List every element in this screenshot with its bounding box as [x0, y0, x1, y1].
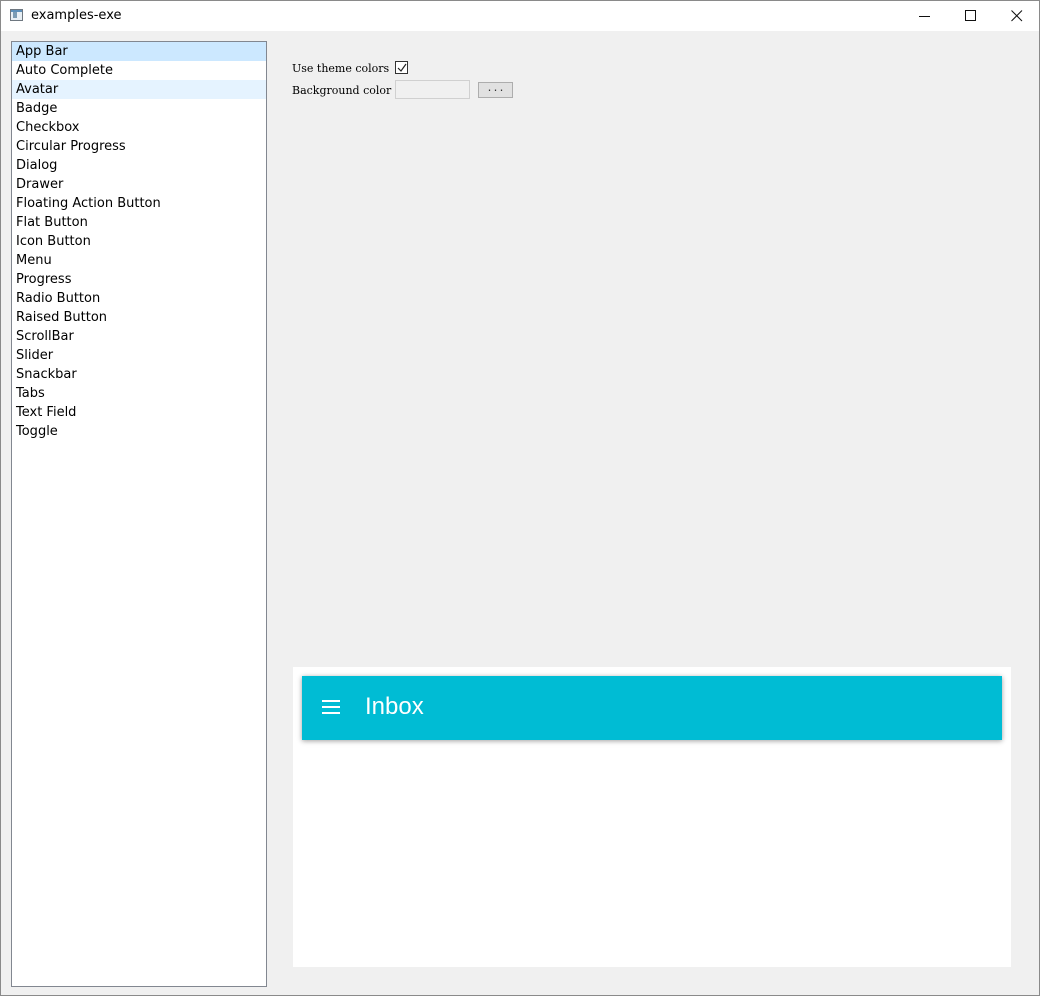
list-item-snackbar[interactable]: Snackbar	[12, 365, 266, 384]
list-item-raised-button[interactable]: Raised Button	[12, 308, 266, 327]
list-item-drawer[interactable]: Drawer	[12, 175, 266, 194]
list-item-slider[interactable]: Slider	[12, 346, 266, 365]
list-item-tabs[interactable]: Tabs	[12, 384, 266, 403]
title-bar[interactable]: examples-exe	[1, 1, 1039, 31]
app-window-icon	[10, 9, 23, 21]
close-button[interactable]	[994, 1, 1040, 31]
list-item-progress[interactable]: Progress	[12, 270, 266, 289]
list-item-toggle[interactable]: Toggle	[12, 422, 266, 441]
minimize-button[interactable]	[902, 1, 948, 31]
list-item-badge[interactable]: Badge	[12, 99, 266, 118]
list-item-floating-action-button[interactable]: Floating Action Button	[12, 194, 266, 213]
list-item-app-bar[interactable]: App Bar	[12, 42, 266, 61]
main-window: examples-exe App Bar Auto Complete Avata…	[0, 0, 1040, 996]
list-item-auto-complete[interactable]: Auto Complete	[12, 61, 266, 80]
app-bar: Inbox	[302, 676, 1002, 740]
list-item-flat-button[interactable]: Flat Button	[12, 213, 266, 232]
background-color-label: Background color	[292, 84, 392, 97]
list-item-circular-progress[interactable]: Circular Progress	[12, 137, 266, 156]
checkmark-icon	[397, 63, 407, 72]
list-item-menu[interactable]: Menu	[12, 251, 266, 270]
maximize-button[interactable]	[948, 1, 994, 31]
list-item-scrollbar[interactable]: ScrollBar	[12, 327, 266, 346]
background-color-field[interactable]	[395, 80, 470, 99]
app-bar-title: Inbox	[365, 693, 424, 720]
window-title: examples-exe	[31, 8, 122, 23]
list-item-checkbox[interactable]: Checkbox	[12, 118, 266, 137]
use-theme-colors-checkbox[interactable]	[395, 61, 408, 74]
hamburger-menu-icon[interactable]	[322, 699, 342, 715]
list-item-dialog[interactable]: Dialog	[12, 156, 266, 175]
examples-list[interactable]: App Bar Auto Complete Avatar Badge Check…	[11, 41, 267, 987]
maximize-icon	[965, 10, 976, 21]
list-item-radio-button[interactable]: Radio Button	[12, 289, 266, 308]
list-item-icon-button[interactable]: Icon Button	[12, 232, 266, 251]
close-icon	[1011, 10, 1023, 22]
minimize-icon	[919, 16, 930, 17]
use-theme-colors-label: Use theme colors	[292, 62, 390, 75]
list-item-avatar[interactable]: Avatar	[12, 80, 266, 99]
preview-area: Inbox	[293, 667, 1011, 967]
browse-color-button[interactable]: ...	[478, 82, 513, 98]
list-item-text-field[interactable]: Text Field	[12, 403, 266, 422]
